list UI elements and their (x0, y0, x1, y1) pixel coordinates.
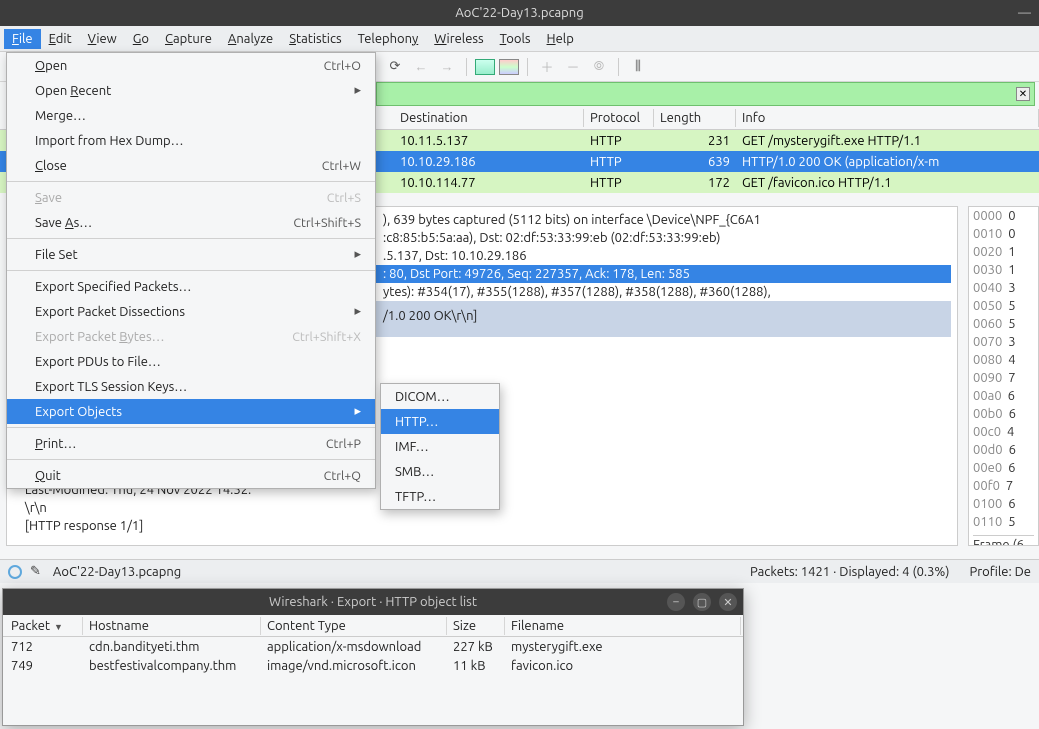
dialog-close-icon[interactable]: ✕ (719, 593, 737, 611)
menu-item-export-bytes: Export Packet Bytes…Ctrl+Shift+X (7, 324, 375, 349)
hex-row: 0000 0 (973, 209, 1034, 227)
menu-item-import-hex[interactable]: Import from Hex Dump… (7, 128, 375, 153)
menu-item-save-as[interactable]: Save As…Ctrl+Shift+S (7, 210, 375, 235)
col-content-type[interactable]: Content Type (261, 617, 447, 635)
hex-row: 0050 5 (973, 299, 1034, 317)
status-packet-count: Packets: 1421 · Displayed: 4 (0.3%) (750, 565, 950, 579)
submenu-dicom[interactable]: DICOM… (381, 384, 499, 409)
hex-row: 0040 3 (973, 281, 1034, 299)
frame-tab[interactable]: Frame (6 (973, 535, 1034, 546)
menu-item-save: SaveCtrl+S (7, 185, 375, 210)
col-size[interactable]: Size (447, 617, 505, 635)
zoom-reset-icon[interactable]: ⦾ (588, 56, 610, 78)
menu-go[interactable]: Go (125, 29, 157, 49)
hex-row: 00f0 7 (973, 479, 1034, 497)
dialog-titlebar: Wireshark · Export · HTTP object list – … (3, 589, 743, 615)
menubar: File Edit View Go Capture Analyze Statis… (0, 26, 1039, 52)
submenu-imf[interactable]: IMF… (381, 434, 499, 459)
hex-row: 0110 5 (973, 515, 1034, 533)
hex-row: 00e0 6 (973, 461, 1034, 479)
export-http-dialog: Wireshark · Export · HTTP object list – … (2, 588, 744, 726)
menu-statistics[interactable]: Statistics (281, 29, 349, 49)
menu-analyze[interactable]: Analyze (220, 29, 281, 49)
menu-item-merge[interactable]: Merge… (7, 103, 375, 128)
status-bar: ✎ AoC'22-Day13.pcapng Packets: 1421 · Di… (0, 559, 1039, 583)
menu-wireless[interactable]: Wireless (426, 29, 491, 49)
forward-icon[interactable]: → (436, 56, 458, 78)
hex-row: 0100 6 (973, 497, 1034, 515)
autoscroll-icon[interactable] (475, 59, 495, 75)
menu-item-export-pdus[interactable]: Export PDUs to File… (7, 349, 375, 374)
menu-edit[interactable]: Edit (41, 29, 80, 49)
zoom-out-icon[interactable]: － (562, 56, 584, 78)
menu-tools[interactable]: Tools (492, 29, 539, 49)
status-profile[interactable]: Profile: De (969, 565, 1031, 579)
col-destination[interactable]: Destination (394, 109, 584, 127)
hex-row: 0070 3 (973, 335, 1034, 353)
packet-bytes-pane[interactable]: 0000 00010 00020 10030 10040 30050 50060… (968, 206, 1039, 546)
sort-asc-icon: ▼ (54, 622, 63, 632)
menu-item-export-specified[interactable]: Export Specified Packets… (7, 274, 375, 299)
menu-view[interactable]: View (80, 29, 125, 49)
submenu-smb[interactable]: SMB… (381, 459, 499, 484)
dialog-title: Wireshark · Export · HTTP object list (269, 595, 477, 609)
hex-row: 0020 1 (973, 245, 1034, 263)
menu-help[interactable]: Help (539, 29, 582, 49)
menu-item-print[interactable]: Print…Ctrl+P (7, 431, 375, 456)
menu-telephony[interactable]: Telephony (350, 29, 427, 49)
edit-capture-icon[interactable]: ✎ (30, 564, 41, 579)
menu-item-export-tls[interactable]: Export TLS Session Keys… (7, 374, 375, 399)
reload-icon[interactable]: ⟳ (384, 56, 406, 78)
col-length[interactable]: Length (654, 109, 736, 127)
status-file: AoC'22-Day13.pcapng (53, 565, 181, 579)
menu-capture[interactable]: Capture (157, 29, 220, 49)
colorize-icon[interactable] (499, 59, 519, 75)
col-hostname[interactable]: Hostname (83, 617, 261, 635)
col-protocol[interactable]: Protocol (584, 109, 654, 127)
menu-item-open[interactable]: OpenCtrl+O (7, 53, 375, 78)
menu-item-open-recent[interactable]: Open Recent▸ (7, 78, 375, 103)
menu-item-export-objects[interactable]: Export Objects▸ (7, 399, 375, 424)
hex-row: 00d0 6 (973, 443, 1034, 461)
hex-row: 00b0 6 (973, 407, 1034, 425)
col-packet[interactable]: Packet▼ (5, 617, 83, 635)
dialog-minimize-icon[interactable]: – (667, 593, 685, 611)
menu-item-quit[interactable]: QuitCtrl+Q (7, 463, 375, 488)
dialog-maximize-icon[interactable]: ▢ (693, 593, 711, 611)
display-filter-bar[interactable]: ✕ (376, 82, 1035, 106)
zoom-in-icon[interactable]: ＋ (536, 56, 558, 78)
hex-row: 0030 1 (973, 263, 1034, 281)
menu-file[interactable]: File (4, 29, 41, 49)
minimize-icon[interactable]: — (1018, 6, 1031, 20)
object-row[interactable]: 712 cdn.bandityeti.thm application/x-msd… (3, 637, 743, 656)
dialog-header-row: Packet▼ Hostname Content Type Size Filen… (3, 615, 743, 637)
col-filename[interactable]: Filename (505, 617, 741, 635)
hex-row: 0010 0 (973, 227, 1034, 245)
window-controls: — (1018, 6, 1031, 20)
window-title: AoC'22-Day13.pcapng (455, 6, 583, 20)
col-info[interactable]: Info (736, 109, 1039, 127)
submenu-tftp[interactable]: TFTP… (381, 484, 499, 509)
clear-filter-icon[interactable]: ✕ (1016, 87, 1030, 101)
hex-row: 0080 4 (973, 353, 1034, 371)
back-icon[interactable]: ← (410, 56, 432, 78)
hex-row: 0060 5 (973, 317, 1034, 335)
window-titlebar: AoC'22-Day13.pcapng — (0, 0, 1039, 26)
hex-row: 00a0 6 (973, 389, 1034, 407)
submenu-http[interactable]: HTTP… (381, 409, 499, 434)
export-objects-submenu: DICOM… HTTP… IMF… SMB… TFTP… (380, 383, 500, 510)
resize-columns-icon[interactable]: ⫼ (627, 56, 649, 78)
hex-row: 0090 7 (973, 371, 1034, 389)
menu-item-close[interactable]: CloseCtrl+W (7, 153, 375, 178)
detail-line: [HTTP response 1/1] (13, 517, 951, 535)
file-menu-dropdown: OpenCtrl+O Open Recent▸ Merge… Import fr… (6, 52, 376, 489)
expert-info-icon[interactable] (8, 565, 22, 579)
menu-item-export-dissections[interactable]: Export Packet Dissections▸ (7, 299, 375, 324)
menu-item-file-set[interactable]: File Set▸ (7, 242, 375, 267)
hex-row: 00c0 4 (973, 425, 1034, 443)
object-row[interactable]: 749 bestfestivalcompany.thm image/vnd.mi… (3, 656, 743, 675)
